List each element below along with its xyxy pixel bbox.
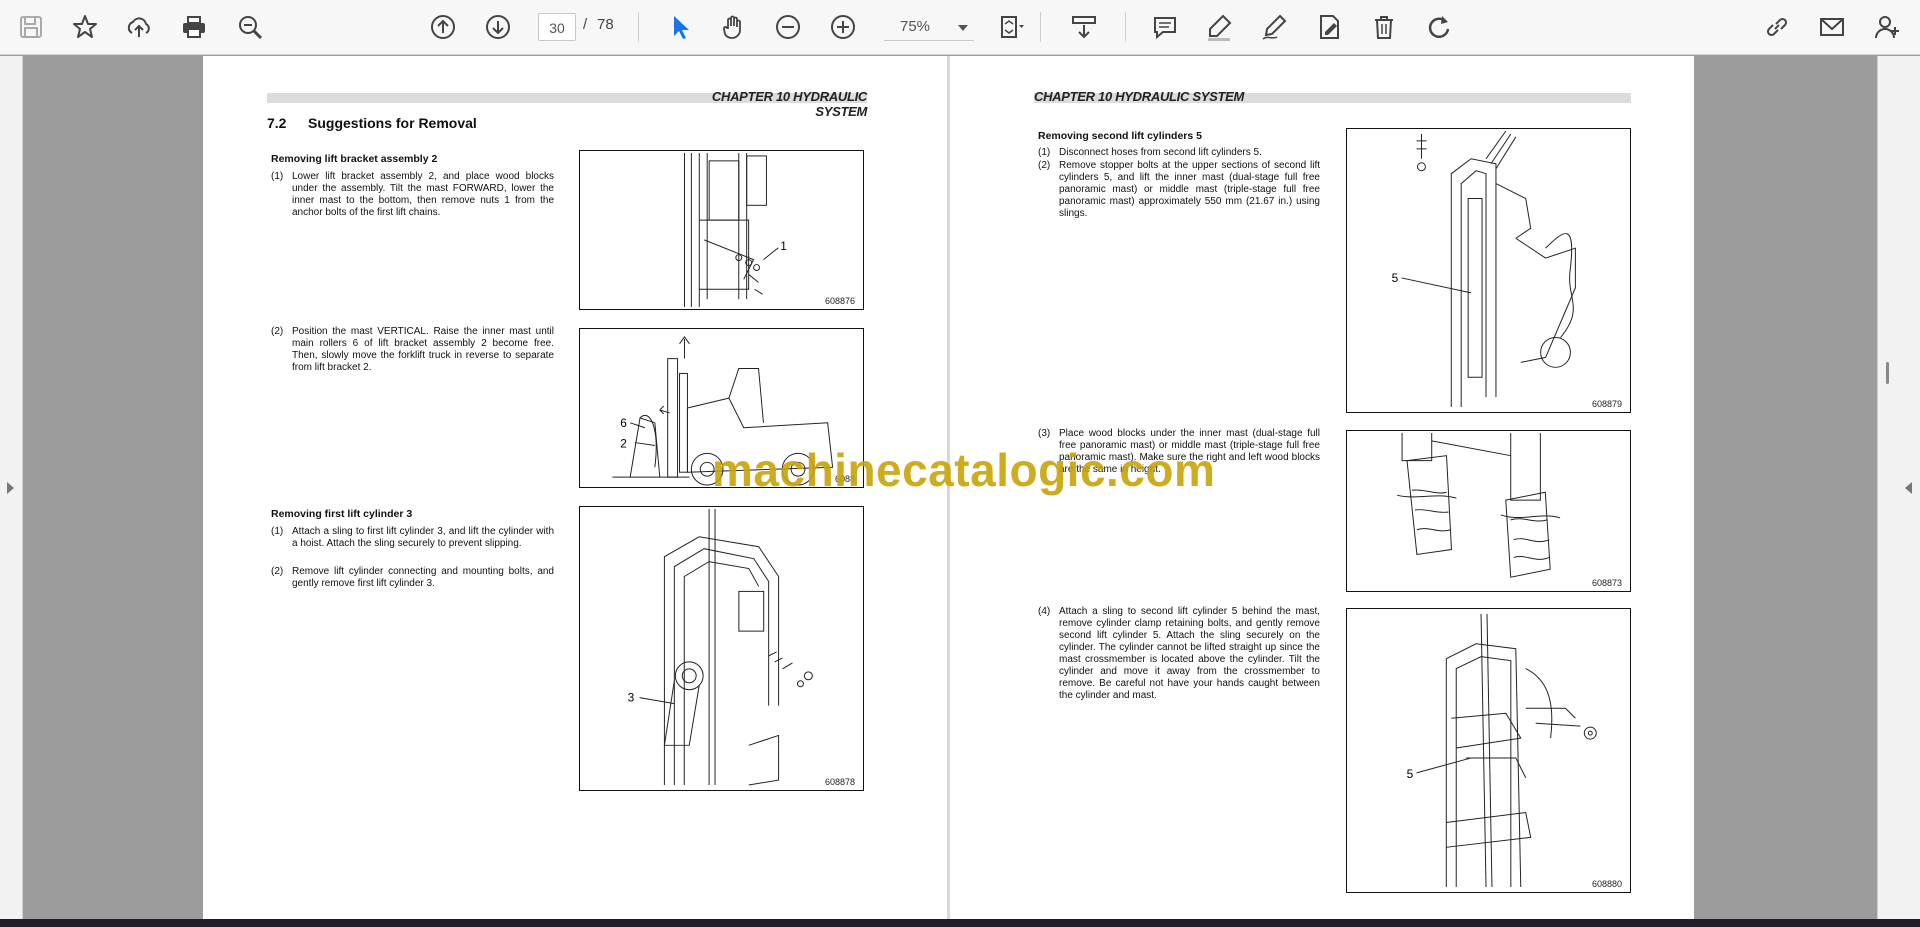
figure-illustration: 5 [1407,613,1597,888]
toolbar-divider [1125,12,1126,42]
rotate-icon[interactable] [1422,10,1456,44]
watermark: machinecatalogic.com [712,444,1216,496]
figure-callout: 5 [1392,271,1399,285]
save-icon[interactable] [14,10,48,44]
delete-icon[interactable] [1367,10,1401,44]
chevron-down-icon [958,25,968,31]
expand-right-panel-icon[interactable] [1905,482,1912,494]
comment-icon[interactable] [1148,10,1182,44]
print-icon[interactable] [177,10,211,44]
scrollbar-handle[interactable] [1886,362,1889,384]
figure-illustration: 1 [683,152,787,308]
link-icon[interactable] [1760,10,1794,44]
figure-callout: 3 [628,691,635,705]
page-separator: / [583,16,588,33]
figure-remove-second-cylinder: 5 608880 [1346,608,1631,893]
subsection-title: Removing lift bracket assembly 2 [271,153,438,165]
step-item: (2) Remove stopper bolts at the upper sec… [1038,160,1320,219]
figure-number: 608879 [1591,399,1622,409]
upload-icon[interactable] [122,10,156,44]
figure-callout: 1 [780,239,787,253]
toolbar-divider [638,12,639,42]
page-number-input[interactable]: 30 [538,13,576,41]
chapter-header: CHAPTER 10 HYDRAULIC SYSTEM [1034,89,1245,104]
step-item: (1) Attach a sling to first lift cylinder… [271,526,554,549]
figure-first-lift-cylinder: 3 608878 [579,506,864,791]
figure-number: 608876 [824,296,855,306]
figure-callout: 5 [1407,767,1414,781]
subsection-title: Removing second lift cylinders 5 [1038,130,1202,142]
fill-sign-icon[interactable] [1312,10,1346,44]
fit-page-icon[interactable] [994,10,1028,44]
add-user-icon[interactable] [1870,10,1904,44]
zoom-in-icon[interactable] [826,10,860,44]
highlight-icon[interactable] [1202,10,1236,44]
step-item: (1) Disconnect hoses from second lift cyl… [1038,147,1262,158]
figure-number: 608880 [1591,879,1622,889]
hand-icon[interactable] [716,10,750,44]
section-title: Suggestions for Removal [308,115,477,131]
step-item: (4) Attach a sling to second lift cylinde… [1038,606,1320,701]
page-total: 78 [597,16,614,33]
zoom-out-icon[interactable] [771,10,805,44]
toolbar-divider [1040,12,1041,42]
mail-icon[interactable] [1815,10,1849,44]
taskbar-edge [0,919,1920,927]
chapter-header: CHAPTER 10 HYDRAULIC SYSTEM [711,89,867,119]
figure-number: 608878 [824,777,855,787]
figure-callout: 6 [620,416,627,430]
figure-wood-blocks: 608873 [1346,430,1631,592]
figure-callout: 2 [620,437,627,451]
figure-lift-bracket: 1 608876 [579,150,864,310]
draw-icon[interactable] [1257,10,1291,44]
section-number: 7.2 [267,115,287,131]
figure-second-lift-cylinder-slings: 5 608879 [1346,128,1631,413]
figure-illustration: 5 [1392,130,1576,408]
figure-illustration: 3 [628,508,813,786]
zoom-select[interactable]: 75% [884,13,974,41]
figure-number: 608873 [1591,578,1622,588]
page-down-icon[interactable] [481,10,515,44]
step-item: (1) Lower lift bracket assembly 2, and pl… [271,171,554,218]
zoom-value: 75% [900,18,931,35]
toolbar: 30 / 78 75% [0,0,1920,55]
page-up-icon[interactable] [426,10,460,44]
figure-illustration [1397,432,1561,578]
step-item: (2) Position the mast VERTICAL. Raise the… [271,326,554,373]
star-icon[interactable] [68,10,102,44]
zoom-search-icon[interactable] [233,10,267,44]
scroll-mode-icon[interactable] [1067,10,1101,44]
step-item: (2) Remove lift cylinder connecting and m… [271,566,554,589]
expand-left-panel-icon[interactable] [7,482,14,494]
select-cursor-icon[interactable] [663,10,697,44]
subsection-title: Removing first lift cylinder 3 [271,508,413,520]
right-panel-toggle-strip[interactable] [1877,56,1920,919]
